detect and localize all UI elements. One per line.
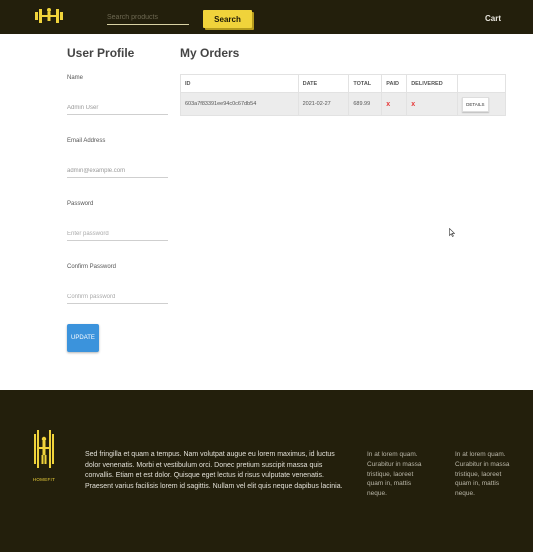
order-id: 603a7f83391ee94c0c67db54 [180, 92, 299, 116]
col-header-id: ID [180, 74, 299, 93]
email-field[interactable] [67, 164, 168, 178]
order-delivered-status: x [406, 92, 459, 116]
brand-logo[interactable] [34, 4, 64, 30]
col-header-actions [457, 74, 506, 93]
col-header-date: DATE [297, 74, 350, 93]
order-paid-status: x [381, 92, 408, 116]
dumbbell-logo-icon [35, 8, 63, 23]
orders-title: My Orders [180, 46, 240, 60]
col-header-delivered: DELIVERED [406, 74, 459, 93]
email-label: Email Address [67, 138, 106, 144]
confirm-password-field[interactable] [67, 290, 168, 304]
confirm-password-label: Confirm Password [67, 264, 117, 270]
search-input[interactable] [107, 10, 189, 25]
footer: HOMEFIT Sed fringilla et quam a tempus. … [0, 390, 533, 552]
password-field[interactable] [67, 227, 168, 241]
name-label: Name [67, 75, 84, 81]
order-actions: DETAILS [457, 92, 506, 116]
col-header-total: TOTAL [348, 74, 383, 93]
password-label: Password [67, 201, 94, 207]
mouse-pointer-icon [449, 228, 455, 237]
cart-link[interactable]: Cart [485, 14, 501, 23]
orders-table: ID DATE TOTAL PAID DELIVERED 603a7f83391… [180, 74, 506, 116]
footer-description: Sed fringilla et quam a tempus. Nam volu… [85, 451, 343, 491]
name-field[interactable] [67, 101, 168, 115]
not-paid-x-icon: x [386, 100, 391, 108]
footer-logo[interactable]: HOMEFIT [32, 428, 56, 486]
footer-column-1: In at lorem quam. Curabitur in massa tri… [367, 451, 422, 498]
footer-column-2: In at lorem quam. Curabitur in massa tri… [455, 451, 510, 498]
order-total: 689.99 [348, 92, 383, 116]
orders-header-row: ID DATE TOTAL PAID DELIVERED [180, 74, 506, 93]
navbar: Search Cart [0, 0, 533, 34]
search-button[interactable]: Search [203, 10, 252, 28]
update-button[interactable]: UPDATE [67, 324, 99, 352]
details-button[interactable]: DETAILS [462, 96, 489, 112]
profile-title: User Profile [67, 46, 135, 60]
order-date: 2021-02-27 [297, 92, 350, 116]
table-row: 603a7f83391ee94c0c67db54 2021-02-27 689.… [180, 92, 506, 116]
not-delivered-x-icon: x [411, 100, 416, 108]
footer-logo-text: HOMEFIT [32, 477, 56, 482]
col-header-paid: PAID [381, 74, 408, 93]
